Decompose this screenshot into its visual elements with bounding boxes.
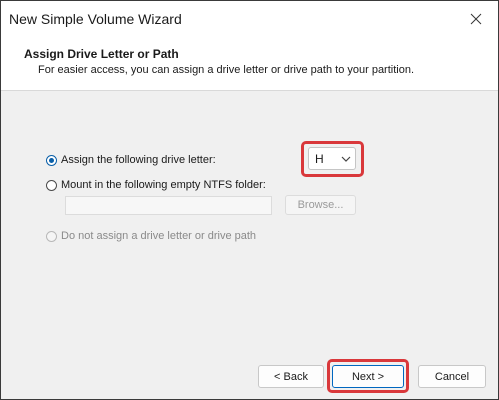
- mount-folder-radio[interactable]: [46, 179, 57, 191]
- no-assign-option[interactable]: Do not assign a drive letter or drive pa…: [46, 230, 256, 242]
- assign-letter-radio[interactable]: [46, 154, 57, 166]
- drive-letter-dropdown[interactable]: H: [308, 147, 356, 170]
- window-title: New Simple Volume Wizard: [9, 11, 182, 27]
- no-assign-radio[interactable]: [46, 230, 57, 242]
- mount-folder-label: Mount in the following empty NTFS folder…: [61, 179, 266, 191]
- title-bar: New Simple Volume Wizard: [1, 1, 498, 37]
- drive-letter-value: H: [315, 152, 324, 166]
- assign-letter-label: Assign the following drive letter:: [61, 154, 216, 166]
- page-title: Assign Drive Letter or Path: [24, 47, 179, 61]
- chevron-down-icon: [341, 153, 351, 167]
- mount-path-input[interactable]: [65, 196, 272, 215]
- wizard-window: New Simple Volume Wizard Assign Drive Le…: [0, 0, 499, 400]
- close-icon: [470, 13, 482, 25]
- no-assign-label: Do not assign a drive letter or drive pa…: [61, 230, 257, 242]
- page-subtitle: For easier access, you can assign a driv…: [38, 64, 415, 76]
- mount-folder-option[interactable]: Mount in the following empty NTFS folder…: [46, 179, 266, 191]
- wizard-content: [1, 91, 498, 346]
- cancel-button[interactable]: Cancel: [418, 365, 486, 388]
- back-button[interactable]: < Back: [258, 365, 324, 388]
- assign-letter-option[interactable]: Assign the following drive letter:: [46, 154, 216, 166]
- close-button[interactable]: [462, 5, 490, 33]
- browse-button[interactable]: Browse...: [285, 195, 356, 215]
- next-button[interactable]: Next >: [332, 365, 404, 388]
- wizard-header: Assign Drive Letter or Path For easier a…: [1, 37, 498, 91]
